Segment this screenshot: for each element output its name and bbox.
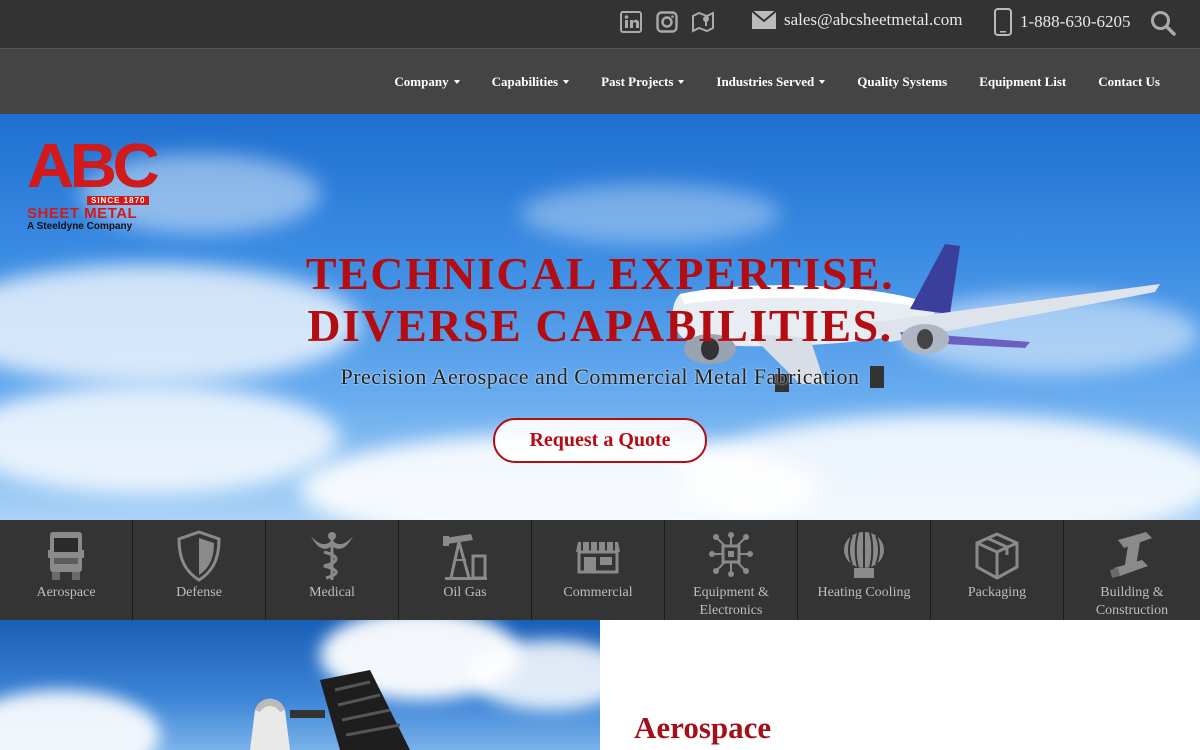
industry-tile-oil-gas[interactable]: Oil Gas bbox=[399, 520, 532, 620]
logo-brand: ABC bbox=[27, 132, 160, 201]
hero-headline-1: TECHNICAL EXPERTISE. bbox=[305, 248, 895, 299]
industry-label: Defense bbox=[176, 585, 222, 600]
hero-subheadline: Precision Aerospace and Commercial Metal… bbox=[340, 364, 860, 389]
oil-pump-icon bbox=[443, 534, 487, 580]
section-title: Aerospace bbox=[634, 710, 772, 745]
nav-industries-served[interactable]: Industries Served bbox=[716, 74, 826, 90]
industry-tile-medical[interactable]: Medical bbox=[266, 520, 399, 620]
industry-tile-packaging[interactable]: Packaging bbox=[931, 520, 1064, 620]
industry-label: Equipment & Electronics bbox=[693, 585, 769, 618]
industry-tile-commercial[interactable]: Commercial bbox=[532, 520, 665, 620]
map-icon[interactable] bbox=[692, 11, 714, 33]
caret-down-icon bbox=[563, 80, 570, 84]
caduceus-icon bbox=[311, 532, 353, 580]
industry-tile-aerospace[interactable]: Aerospace bbox=[0, 520, 133, 620]
nav-company[interactable]: Company bbox=[394, 74, 460, 90]
box-icon bbox=[975, 532, 1019, 580]
industry-label: Heating Cooling bbox=[817, 585, 911, 600]
industry-label: Oil Gas bbox=[443, 585, 487, 600]
linkedin-icon[interactable] bbox=[620, 11, 642, 33]
logo-since: SINCE 1870 bbox=[87, 196, 150, 205]
industry-tile-heating-cooling[interactable]: Heating Cooling bbox=[798, 520, 931, 620]
nav-capabilities[interactable]: Capabilities bbox=[492, 74, 570, 90]
hero-banner: ABC SINCE 1870 SHEET METAL A Steeldyne C… bbox=[0, 114, 1200, 520]
industries-strip: Aerospace Defense Medical Oil Gas Commer… bbox=[0, 520, 1200, 620]
aerospace-section: Aerospace bbox=[600, 620, 1200, 750]
email-link[interactable]: sales@abcsheetmetal.com bbox=[752, 10, 963, 30]
instagram-icon[interactable] bbox=[656, 11, 678, 33]
caret-down-icon bbox=[453, 80, 460, 84]
company-logo[interactable]: ABC SINCE 1870 SHEET METAL A Steeldyne C… bbox=[27, 136, 160, 233]
cloud bbox=[0, 384, 340, 494]
logo-name: SHEET METAL bbox=[27, 205, 138, 222]
cloud bbox=[0, 690, 160, 750]
nav-past-projects[interactable]: Past Projects bbox=[601, 74, 685, 90]
industry-tile-defense[interactable]: Defense bbox=[133, 520, 266, 620]
main-nav: Company Capabilities Past Projects Indus… bbox=[0, 48, 1200, 114]
nav-contact-us[interactable]: Contact Us bbox=[1098, 74, 1160, 90]
phone-number: 1-888-630-6205 bbox=[1020, 12, 1131, 31]
industry-label: Packaging bbox=[967, 585, 1027, 600]
chip-icon bbox=[709, 532, 753, 577]
aerospace-image bbox=[0, 620, 600, 750]
industry-tile-equipment-electronics[interactable]: Equipment & Electronics bbox=[665, 520, 798, 620]
shield-icon bbox=[177, 530, 221, 582]
industry-label: Commercial bbox=[563, 585, 633, 600]
request-quote-button[interactable]: Request a Quote bbox=[493, 418, 707, 463]
caret-down-icon bbox=[819, 80, 826, 84]
phone-icon bbox=[994, 8, 1012, 36]
vent-icon bbox=[844, 532, 884, 578]
steel-beam-icon bbox=[1110, 532, 1152, 578]
rocket-tower-image bbox=[250, 670, 410, 750]
caret-down-icon bbox=[678, 80, 685, 84]
industry-label: Aerospace bbox=[36, 585, 96, 600]
nav-quality-systems[interactable]: Quality Systems bbox=[857, 74, 947, 90]
industry-label: Medical bbox=[309, 585, 355, 600]
social-links bbox=[620, 11, 714, 33]
envelope-icon bbox=[752, 11, 776, 29]
search-icon[interactable] bbox=[1150, 10, 1176, 36]
truck-icon bbox=[48, 532, 84, 580]
storefront-icon bbox=[576, 542, 620, 574]
nav-equipment-list[interactable]: Equipment List bbox=[979, 74, 1066, 90]
utility-bar: sales@abcsheetmetal.com 1-888-630-6205 bbox=[0, 0, 1200, 48]
email-address: sales@abcsheetmetal.com bbox=[784, 10, 963, 29]
industry-label: Building & Construction bbox=[1095, 585, 1169, 618]
logo-tagline: A Steeldyne Company bbox=[27, 221, 133, 232]
phone-link[interactable]: 1-888-630-6205 bbox=[994, 8, 1130, 36]
industry-tile-building-construction[interactable]: Building & Construction bbox=[1064, 520, 1200, 620]
hero-headline-2: DIVERSE CAPABILITIES. bbox=[307, 300, 893, 351]
